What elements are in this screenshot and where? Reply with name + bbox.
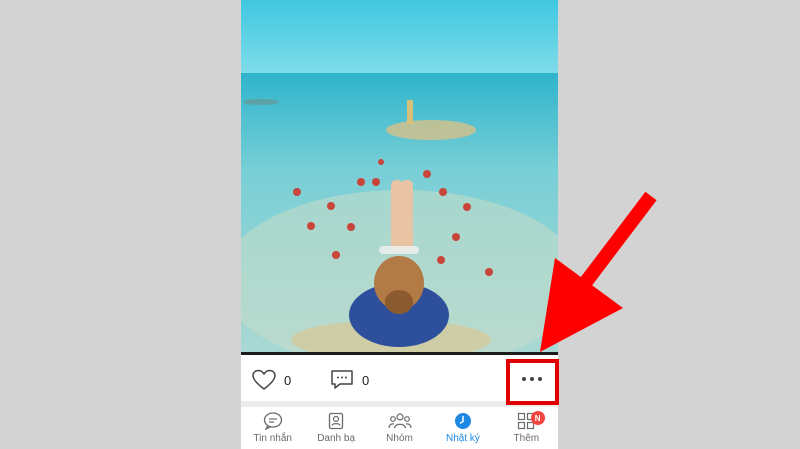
annotation-arrow-icon [540,191,657,352]
